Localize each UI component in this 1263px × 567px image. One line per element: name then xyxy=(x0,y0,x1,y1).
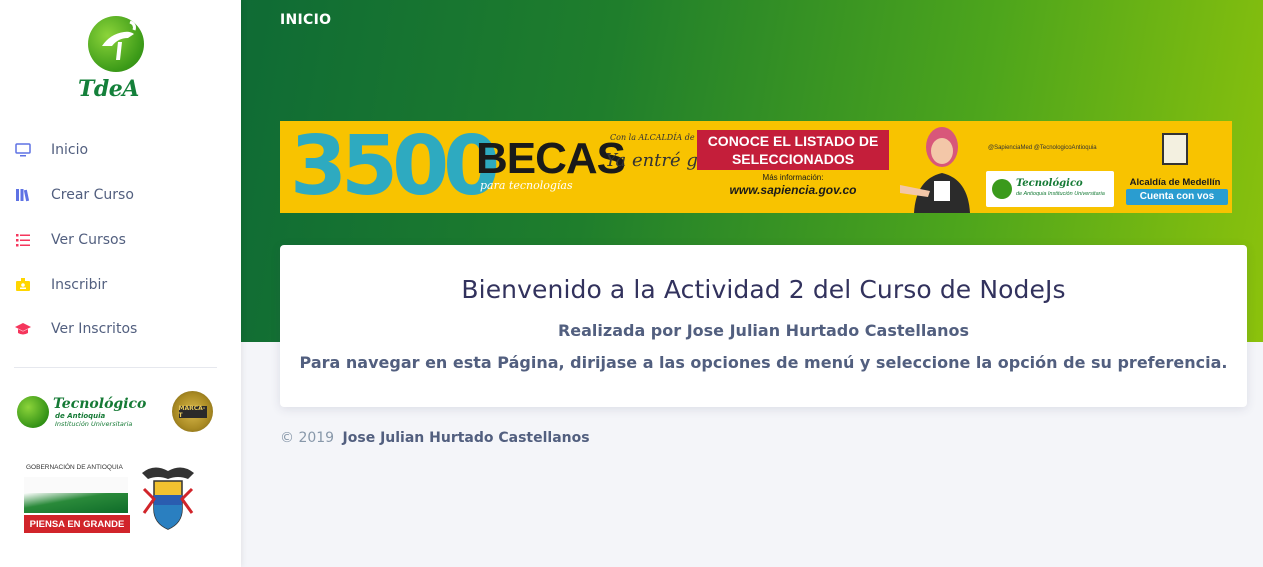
tdea-emblem-icon xyxy=(88,16,144,72)
sidebar-item-inicio[interactable]: Inicio xyxy=(0,128,241,173)
graduation-cap-icon xyxy=(15,321,31,337)
banner-para: para tecnologías xyxy=(480,179,573,192)
sidebar-item-label: Ver Cursos xyxy=(51,231,126,248)
sidebar-item-label: Inicio xyxy=(51,142,89,159)
banner-url: www.sapiencia.gov.co xyxy=(729,183,857,197)
promo-banner[interactable]: 3500 BECAS para tecnologías Con la ALCAL… xyxy=(280,121,1232,213)
sidebar-nav: Inicio Crear Curso Ver Cursos Inscribir … xyxy=(0,128,241,352)
antioquia-flag-icon xyxy=(24,477,128,513)
colombia-coat-of-arms-icon xyxy=(134,459,202,535)
brand-name: TdeA xyxy=(78,76,139,102)
welcome-card: Bienvenido a la Actividad 2 del Curso de… xyxy=(280,245,1247,407)
banner-alcaldia-slogan: Cuenta con vos xyxy=(1126,189,1228,205)
banner-alcaldia: Alcaldía de Medellín xyxy=(1129,177,1221,188)
welcome-title: Bienvenido a la Actividad 2 del Curso de… xyxy=(461,275,1066,304)
footer-copyright: © 2019 xyxy=(280,430,335,446)
sidebar-item-ver-inscritos[interactable]: Ver Inscritos xyxy=(0,307,241,352)
footer-author-link[interactable]: Jose Julian Hurtado Castellanos xyxy=(343,430,590,446)
sidebar: TdeA Inicio Crear Curso Ver Cursos Inscr… xyxy=(0,0,241,567)
welcome-author: Realizada por Jose Julian Hurtado Castel… xyxy=(557,321,970,340)
sidebar-item-label: Crear Curso xyxy=(51,187,134,204)
sidebar-item-ver-cursos[interactable]: Ver Cursos xyxy=(0,218,241,263)
marca-t-label: MARCA-T xyxy=(178,404,207,419)
gobernacion-logo: GOBERNACIÓN DE ANTIOQUIA PIENSA EN GRAND… xyxy=(24,457,204,537)
sidebar-item-crear-curso[interactable]: Crear Curso xyxy=(0,173,241,218)
footer: © 2019 Jose Julian Hurtado Castellanos xyxy=(280,430,590,446)
list-icon xyxy=(15,232,31,248)
sidebar-item-inscribir[interactable]: Inscribir xyxy=(0,262,241,307)
sidebar-item-label: Inscribir xyxy=(51,276,108,293)
banner-alcaldia-logo: Alcaldía de Medellín Cuenta con vos xyxy=(1122,131,1228,211)
banner-social: @SapienciaMed @TecnologicoAntioquia xyxy=(988,145,1097,151)
banner-tec-name: Tecnológico xyxy=(1016,178,1083,189)
banner-mas-info: Más información: xyxy=(762,173,824,182)
badge-icon xyxy=(15,277,31,293)
gobernacion-slogan: PIENSA EN GRANDE xyxy=(24,515,130,533)
banner-becas: BECAS xyxy=(476,134,626,183)
banner-cta: CONOCE EL LISTADO DE SELECCIONADOS xyxy=(697,130,889,170)
tecnologico-logo: Tecnológico de Antioquia Institución Uni… xyxy=(17,388,217,436)
tecnologico-line2: Institución Universitaria xyxy=(55,420,133,428)
banner-tec-sub: de Antioquia Institución Universitaria xyxy=(1016,191,1105,197)
tecnologico-name: Tecnológico xyxy=(53,396,147,412)
welcome-instructions: Para navegar en esta Página, dirijase a … xyxy=(299,353,1228,372)
books-icon xyxy=(15,187,31,203)
sidebar-divider xyxy=(14,367,217,368)
monitor-icon xyxy=(15,142,31,158)
tecnologico-emblem-icon xyxy=(17,396,49,428)
gobernacion-title: GOBERNACIÓN DE ANTIOQUIA xyxy=(26,464,123,471)
page-title[interactable]: INICIO xyxy=(280,12,331,28)
medellin-shield-icon xyxy=(1162,133,1188,165)
banner-number: 3500 xyxy=(290,121,500,213)
banner-tecnologico-logo: Tecnológico de Antioquia Institución Uni… xyxy=(986,171,1114,207)
sidebar-item-label: Ver Inscritos xyxy=(51,321,138,338)
marca-t-badge-icon: MARCA-T xyxy=(172,391,213,432)
banner-person-image xyxy=(900,121,982,213)
tecnologico-line1: de Antioquia xyxy=(55,412,106,420)
brand-logo[interactable]: TdeA xyxy=(78,16,158,102)
tecnologico-emblem-icon xyxy=(992,179,1012,199)
